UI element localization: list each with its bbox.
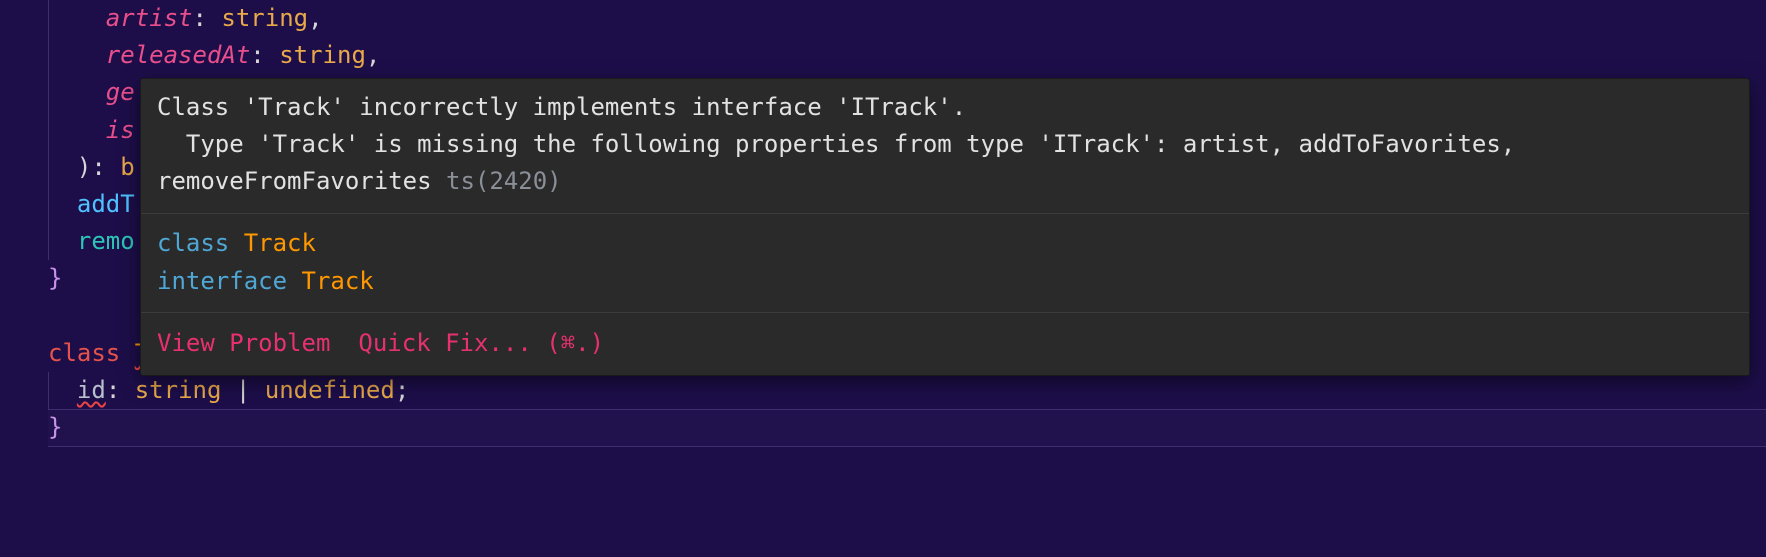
property-fragment: ge [106,78,135,106]
hover-tooltip[interactable]: Class 'Track' incorrectly implements int… [140,78,1750,376]
error-message-line: Type 'Track' is missing the following pr… [157,126,1733,200]
property-name-with-warning[interactable]: id [77,376,106,404]
property-name: releasedAt [106,41,251,69]
interface-name: Track [302,267,374,295]
union-pipe: | [236,376,250,404]
active-line-highlight [48,409,1766,447]
keyword-class: class [48,339,120,367]
hover-error-section: Class 'Track' incorrectly implements int… [141,79,1749,214]
type-annotation: string [135,376,222,404]
declaration-line: class Track [157,224,1733,262]
quick-fix-link[interactable]: Quick Fix... (⌘.) [358,325,604,362]
closing-brace: } [48,413,62,441]
property-fragment: is [106,116,135,144]
code-line: artist: string, [48,0,1766,37]
type-annotation: string [221,4,308,32]
code-line: id: string | undefined; [48,372,1766,409]
keyword-interface: interface [157,267,287,295]
error-code: ts(2420) [446,167,562,195]
keyword-class: class [157,229,229,257]
code-line: } [48,409,1766,446]
view-problem-link[interactable]: View Problem [157,325,330,362]
type-fragment: b [120,153,134,181]
error-message-line: Class 'Track' incorrectly implements int… [157,89,1733,126]
property-name: artist [106,4,193,32]
hover-actions-section: View Problem Quick Fix... (⌘.) [141,313,1749,374]
type-annotation: undefined [265,376,395,404]
method-fragment: remo [77,227,135,255]
declaration-line: interface Track [157,262,1733,300]
hover-declaration-section: class Track interface Track [141,214,1749,314]
code-editor[interactable]: artist: string, releasedAt: string, ge i… [0,0,1766,557]
class-name: Track [244,229,316,257]
method-fragment: addT [77,190,135,218]
code-line: releasedAt: string, [48,37,1766,74]
closing-brace: } [48,264,62,292]
type-annotation: string [279,41,366,69]
